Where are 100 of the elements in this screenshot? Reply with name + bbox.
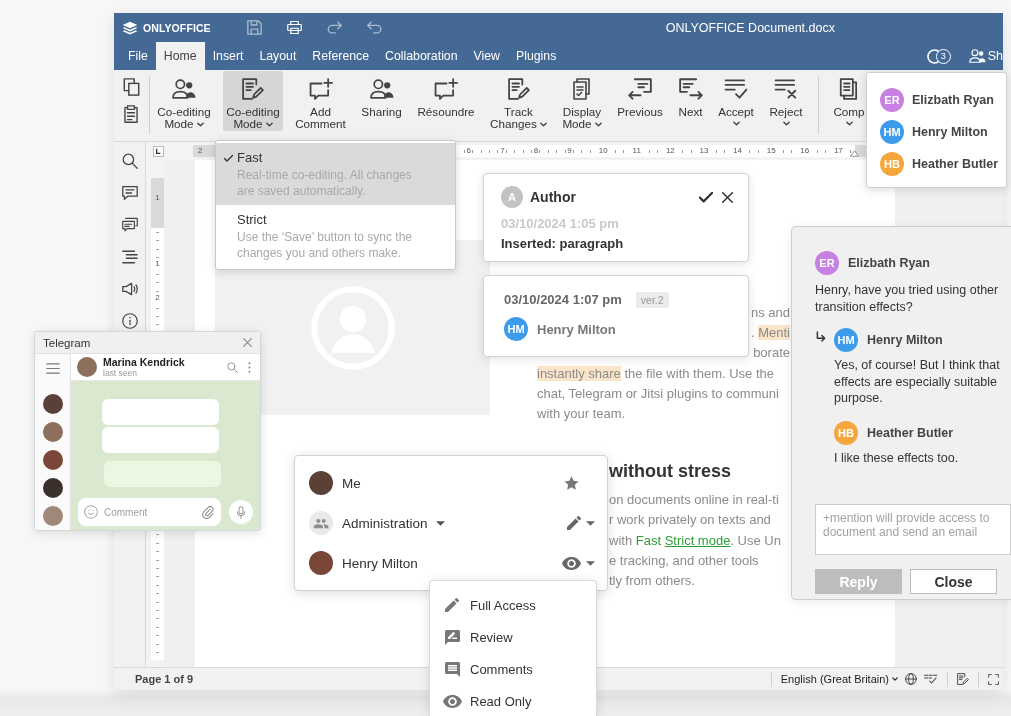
member-name: Administration [342, 515, 428, 531]
comments-icon[interactable] [121, 217, 138, 233]
close-icon[interactable] [722, 191, 733, 203]
toolbar-button[interactable]: Co-editing Mode [154, 71, 214, 131]
user-name: Elizbath Ryan [912, 93, 994, 107]
user-avatar: HB [880, 152, 904, 176]
ruler-number: 14 [732, 147, 743, 155]
contact-name: Marina Kendrick [103, 356, 185, 368]
member-name: Henry Milton [342, 555, 418, 571]
people-icon [968, 49, 986, 63]
avatar-placeholder[interactable] [42, 478, 63, 498]
paperclip-icon[interactable] [202, 505, 214, 519]
ruler-number: 2 [155, 293, 160, 303]
member-name: Me [342, 475, 361, 491]
comment-text: I like these effects too. [834, 449, 960, 466]
user-avatar: HM [880, 120, 904, 144]
document-text: borate [753, 344, 790, 363]
comment-plus-icon [434, 78, 458, 100]
ruler-number: 1 [155, 193, 160, 203]
fit-page-icon[interactable] [988, 673, 999, 685]
menu-item[interactable]: Comments [430, 653, 596, 685]
language-button[interactable]: English (Great Britain) [780, 673, 898, 685]
document-text: with Fast Strict mode. Use Un [609, 531, 781, 550]
menu-tab[interactable]: Home [155, 42, 205, 70]
ruler-number: 16 [799, 147, 811, 155]
paste-icon[interactable] [123, 105, 139, 124]
ruler-number: 7 [499, 147, 506, 155]
avatar-placeholder[interactable] [42, 394, 63, 414]
menu-tab[interactable]: File [120, 42, 156, 70]
print-icon[interactable] [286, 20, 302, 35]
menu-tab[interactable]: Reference [304, 42, 378, 70]
menu-tab[interactable]: Insert [204, 42, 252, 70]
menu-tab[interactable]: Layout [251, 42, 305, 70]
toolbar-button[interactable]: Display Mode [559, 71, 605, 131]
page-counter: Page 1 of 9 [135, 673, 194, 685]
tab-stop-icon[interactable] [153, 145, 164, 157]
menu-tab[interactable]: View [465, 42, 508, 70]
menu-option[interactable]: Strict Use the ‘Save’ button to sync the changes you and others make. [216, 205, 455, 267]
toolbar-button[interactable]: Next [675, 71, 706, 131]
user-name: Henry Milton [537, 321, 616, 337]
caret-icon[interactable] [435, 520, 445, 526]
people-icon [369, 78, 394, 100]
comment-icon [444, 661, 460, 677]
search-icon[interactable] [121, 153, 138, 169]
speaker-icon[interactable] [121, 281, 138, 297]
comment-text: Henry, have you tried using other transition effects? [815, 282, 1000, 315]
avatar-placeholder[interactable] [42, 450, 63, 470]
ruler-number: 6 [465, 147, 472, 155]
menu-item[interactable]: Full Access [430, 589, 596, 621]
toolbar-button[interactable]: Track Changes [487, 71, 550, 131]
copy-icon[interactable] [122, 78, 140, 96]
check-icon[interactable] [699, 191, 713, 203]
navigation-icon[interactable] [121, 249, 138, 265]
more-icon[interactable] [248, 361, 251, 373]
toolbar-button[interactable]: Résoundre [414, 71, 478, 131]
toolbar-button[interactable]: Previous [614, 71, 666, 131]
caret-icon [586, 520, 595, 526]
globe-icon[interactable] [905, 673, 917, 685]
document-text: e tracking, and other tools [609, 551, 759, 570]
logo-icon [122, 20, 138, 35]
menu-item[interactable]: Review [430, 621, 596, 653]
document-text: with your team. [537, 405, 626, 423]
track-changes-icon[interactable] [957, 673, 969, 685]
comment-input[interactable]: +mention will provide access to document and send an email [815, 504, 1011, 555]
info-icon[interactable] [121, 313, 138, 329]
version-date: 03/10/2024 1:07 pm [504, 292, 622, 308]
window-title: Telegram [43, 336, 91, 349]
toolbar-button[interactable]: Accept [715, 71, 757, 131]
toolbar-button[interactable]: Add Comment [292, 71, 349, 131]
reply-arrow-icon [816, 331, 826, 342]
pencil-icon [445, 598, 459, 612]
ruler-number: 11 [631, 147, 642, 155]
menu-tab[interactable]: Plugins [508, 42, 565, 70]
toolbar-button[interactable]: Sharing [358, 71, 405, 131]
avatar-placeholder [309, 471, 333, 495]
menu-item[interactable]: Read Only [430, 685, 596, 716]
ruler-number: 10 [597, 147, 609, 155]
avatar-placeholder [77, 357, 97, 377]
menu-icon[interactable] [45, 363, 60, 374]
user-name: Henry Milton [912, 125, 988, 139]
document-text: . Menti [750, 324, 790, 343]
toolbar-button[interactable]: Comp [830, 71, 868, 131]
spellcheck-icon[interactable] [924, 673, 938, 685]
access-button[interactable] [562, 556, 595, 570]
access-button[interactable] [567, 516, 595, 530]
version-badge: ver.2 [635, 292, 669, 308]
ruler-number: 1 [155, 259, 160, 269]
menu-tab[interactable]: Collaboration [377, 42, 466, 70]
close-button[interactable]: Close [910, 569, 997, 594]
caret-icon [892, 677, 898, 681]
share-button[interactable]: Sh [968, 49, 1003, 63]
people-icon [172, 78, 196, 100]
message-field[interactable]: Comment [78, 498, 221, 526]
comment-icon[interactable] [121, 185, 138, 201]
ruler-number: 8 [532, 147, 540, 155]
indent-marker-icon[interactable] [850, 150, 859, 157]
toolbar-button[interactable]: Co-editing Mode [223, 71, 283, 131]
user-avatar: HM [504, 317, 528, 341]
toolbar-button[interactable]: Reject [766, 71, 806, 131]
message-input[interactable]: Comment [104, 504, 198, 520]
